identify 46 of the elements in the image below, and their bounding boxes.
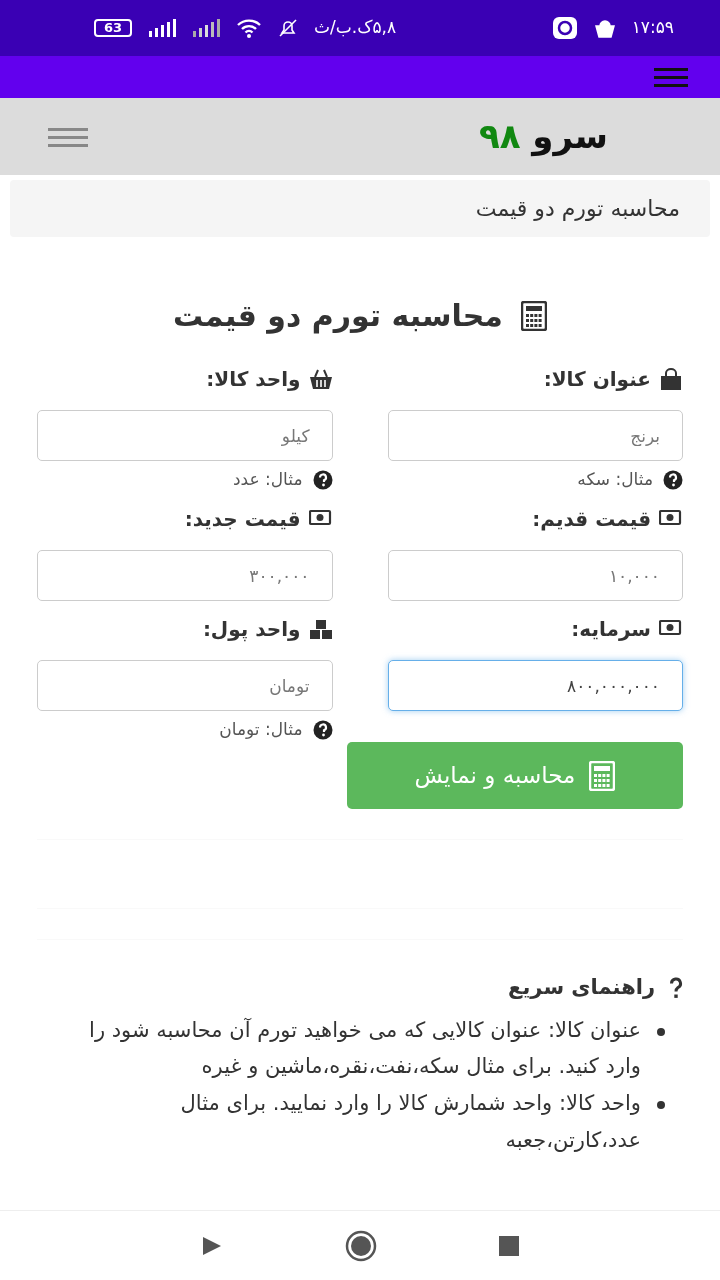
- cubes-icon: [308, 618, 333, 640]
- field-hint: مثال: تومان: [219, 718, 303, 742]
- app-icon: [551, 16, 578, 40]
- form-title: محاسبه تورم دو قیمت: [173, 297, 503, 336]
- input-field[interactable]: ۳۰۰,۰۰۰: [37, 550, 333, 601]
- bullet-icon: [657, 1101, 665, 1109]
- help-icon: [312, 720, 333, 740]
- field-label: واحد پول:: [202, 616, 301, 644]
- guide-item: عنوان کالا: عنوان کالایی که می خواهید تورم آن محاسبه شود را وارد کنید. برای مثال سکه،نفت،نقره،ماشین و غیره: [88, 1016, 641, 1081]
- site-logo[interactable]: سرو ۹۸: [478, 111, 608, 162]
- input-field[interactable]: برنج: [387, 410, 683, 461]
- input-field[interactable]: ۱۰,۰۰۰: [387, 550, 683, 601]
- help-icon: [663, 470, 683, 490]
- wifi-icon: [236, 18, 263, 38]
- clock: ۱۷:۵۹: [631, 16, 674, 40]
- field-hint: مثال: سکه: [577, 468, 653, 492]
- input-field[interactable]: تومان: [37, 660, 333, 711]
- signal-icon: [148, 19, 177, 37]
- question-icon: [669, 976, 683, 999]
- help-icon: [312, 470, 333, 490]
- field-label: قیمت جدید:: [184, 506, 301, 533]
- guide-item: واحد کالا: واحد شمارش کالا را وارد نمایید. برای مثال عدد،کارتن،جعبه: [179, 1090, 641, 1154]
- field-label: سرمایه:: [571, 616, 651, 643]
- bullet-icon: [657, 1027, 665, 1036]
- calculator-icon: [589, 760, 616, 791]
- network-speed: ۵,۸ک.ب/ث: [314, 16, 397, 40]
- muted-bell-icon: [278, 18, 299, 38]
- input-field[interactable]: ۸۰۰,۰۰۰,۰۰۰: [387, 660, 683, 711]
- calculator-icon: [520, 300, 547, 331]
- battery-icon: 63: [94, 19, 133, 37]
- recents-icon[interactable]: [499, 1235, 519, 1256]
- signal-icon: [192, 19, 221, 37]
- home-icon[interactable]: [345, 1229, 377, 1262]
- field-hint: مثال: عدد: [232, 468, 303, 492]
- back-icon[interactable]: [201, 1234, 223, 1257]
- guide-title: راهنمای سریع: [508, 974, 655, 1001]
- menu-icon[interactable]: [48, 125, 88, 148]
- field-label: قیمت قدیم:: [532, 506, 651, 533]
- field-label: عنوان کالا:: [543, 366, 651, 393]
- basket-icon: [308, 368, 333, 390]
- input-field[interactable]: کیلو: [37, 410, 333, 461]
- menu-icon[interactable]: [654, 66, 688, 88]
- breadcrumb-bar: محاسبه تورم دو قیمت: [10, 180, 710, 237]
- field-label: واحد کالا:: [206, 366, 301, 393]
- bag-icon: [659, 368, 683, 390]
- shopping-bag-icon: [593, 18, 616, 38]
